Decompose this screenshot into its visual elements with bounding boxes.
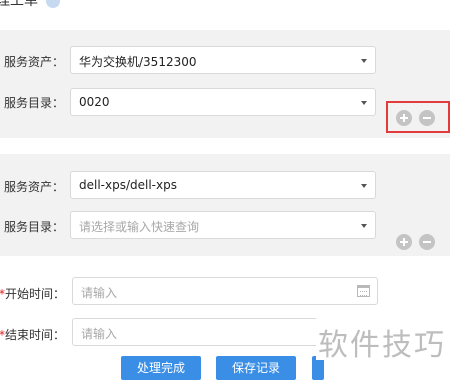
service-catalog-label-2: 服务目录： (4, 220, 65, 234)
plus-icon-stroke (403, 114, 405, 122)
remove-row-button-2[interactable] (419, 234, 435, 250)
chevron-down-icon (361, 184, 367, 188)
end-time-input[interactable]: 请输入 (72, 318, 322, 346)
plus-icon-stroke (403, 238, 405, 246)
start-time-input[interactable]: 请输入 (72, 277, 378, 305)
watermark-text: 软件技巧 (318, 328, 446, 363)
chevron-down-icon (361, 101, 367, 105)
chevron-down-icon (361, 59, 367, 63)
add-row-button-1[interactable] (396, 110, 412, 126)
page-title: 理工单 (0, 0, 61, 10)
service-asset-label-2: 服务资产： (4, 180, 65, 194)
end-time-placeholder: 请输入 (81, 327, 118, 341)
start-time-placeholder: 请输入 (81, 286, 118, 300)
service-asset-value-2: dell-xps/dell-xps (79, 178, 177, 192)
end-time-label-text: 结束时间： (5, 328, 66, 342)
chevron-down-icon (361, 224, 367, 228)
start-time-label: *开始时间： (0, 285, 65, 302)
complete-button[interactable]: 处理完成 (121, 356, 201, 380)
service-catalog-value-1: 0020 (79, 95, 110, 109)
service-asset-select-2[interactable]: dell-xps/dell-xps (70, 171, 376, 199)
minus-icon (423, 241, 431, 243)
info-icon (46, 0, 61, 8)
page-title-text: 理工单 (0, 0, 38, 9)
service-catalog-placeholder-2: 请选择或输入快速查询 (79, 220, 200, 234)
minus-icon (423, 117, 431, 119)
service-catalog-select-2[interactable]: 请选择或输入快速查询 (70, 211, 376, 239)
start-time-label-text: 开始时间： (5, 287, 66, 301)
service-catalog-select-1[interactable]: 0020 (70, 88, 376, 116)
add-row-button-2[interactable] (396, 234, 412, 250)
save-record-button[interactable]: 保存记录 (216, 356, 296, 380)
service-asset-select-1[interactable]: 华为交换机/3512300 (70, 46, 376, 74)
service-catalog-label-1: 服务目录： (4, 96, 65, 110)
service-asset-label-1: 服务资产： (4, 55, 65, 69)
end-time-label: *结束时间： (0, 326, 65, 343)
service-group-2 (0, 154, 450, 256)
remove-row-button-1[interactable] (419, 110, 435, 126)
calendar-icon[interactable] (357, 285, 370, 297)
service-asset-value-1: 华为交换机/3512300 (79, 55, 197, 69)
